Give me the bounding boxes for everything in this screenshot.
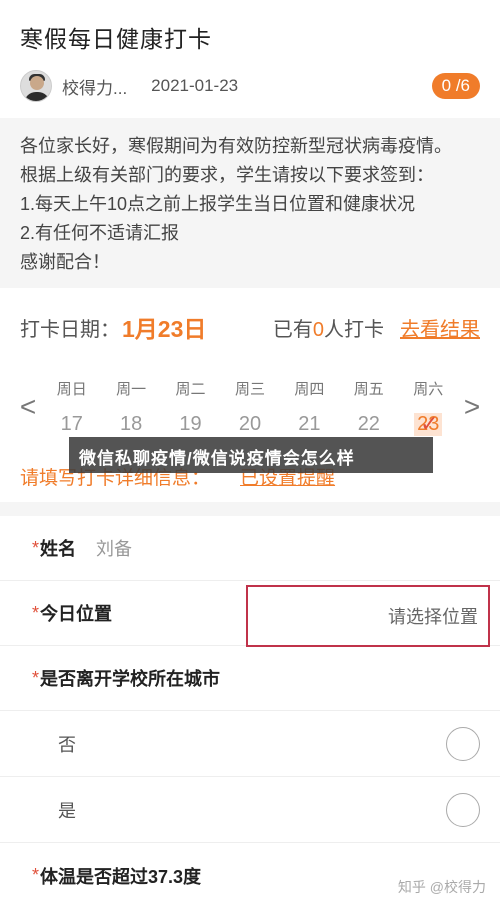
required-mark: * — [32, 602, 40, 623]
required-mark: * — [32, 667, 40, 688]
left-city-label: 是否离开学校所在城市 — [40, 669, 221, 689]
notice-text: 各位家长好，寒假期间为有效防控新型冠状病毒疫情。 根据上级有关部门的要求，学生请… — [0, 118, 500, 288]
calendar-day[interactable]: 周四 21 — [284, 378, 334, 436]
required-mark: * — [32, 537, 40, 558]
name-field[interactable]: * 姓名 刘备 — [0, 516, 500, 581]
checkin-count-number: 0 — [312, 318, 324, 341]
checkin-count: 已有0人打卡 — [272, 318, 384, 341]
view-results-link[interactable]: 去看结果 — [400, 313, 480, 342]
location-field: * 今日位置 请选择位置 — [0, 581, 500, 647]
option-no-label: 否 — [58, 734, 76, 755]
page-title: 寒假每日健康打卡 — [20, 26, 212, 52]
temperature-label: 体温是否超过37.3度 — [40, 866, 202, 887]
overlay-banner: 微信私聊疫情/微信说疫情会怎么样 — [69, 437, 433, 473]
calendar-day-selected[interactable]: 周六 23 — [403, 378, 453, 437]
watermark: 知乎 @校得力 — [397, 879, 486, 895]
location-label: 今日位置 — [40, 604, 113, 624]
notice-line: 各位家长好，寒假期间为有效防控新型冠状病毒疫情。 — [20, 136, 452, 156]
avatar[interactable] — [20, 70, 52, 102]
checkin-date-label: 打卡日期： — [20, 318, 120, 341]
calendar-day[interactable]: 周三 20 — [225, 378, 275, 436]
option-yes-label: 是 — [58, 800, 76, 821]
option-no[interactable]: 否 — [0, 711, 500, 777]
calendar-day[interactable]: 周二 19 — [166, 378, 216, 436]
post-meta: 校得力... 2021-01-23 0 /6 — [20, 70, 480, 102]
calendar-day[interactable]: 周日 17 — [47, 378, 97, 436]
post-date: 2021-01-23 — [151, 76, 239, 95]
calendar-day[interactable]: 周一 18 — [106, 378, 156, 436]
notice-line: 根据上级有关部门的要求，学生请按以下要求签到： — [20, 165, 434, 185]
location-selector[interactable]: 请选择位置 — [246, 585, 490, 647]
notice-line: 2.有任何不适请汇报 — [20, 223, 180, 243]
name-value: 刘备 — [96, 539, 133, 559]
notice-line: 1.每天上午10点之前上报学生当日位置和健康状况 — [20, 194, 416, 214]
progress-badge: 0 /6 — [431, 73, 480, 99]
author-name[interactable]: 校得力... — [62, 74, 127, 99]
temperature-question: * 体温是否超过37.3度 — [0, 843, 500, 908]
calendar-day[interactable]: 周五 22 — [344, 378, 394, 436]
checkin-date-row: 打卡日期： 1月23日 已有0人打卡 去看结果 — [0, 306, 500, 348]
required-mark: * — [32, 865, 40, 885]
name-label: 姓名 — [40, 539, 77, 559]
left-city-question: * 是否离开学校所在城市 — [0, 646, 500, 711]
chevron-left-icon[interactable]: < — [14, 391, 42, 423]
chevron-right-icon[interactable]: > — [458, 391, 486, 423]
notice-line: 感谢配合！ — [20, 252, 110, 272]
radio-yes[interactable] — [446, 792, 480, 827]
post-header: 寒假每日健康打卡 校得力... 2021-01-23 0 /6 — [0, 0, 500, 108]
radio-no[interactable] — [446, 726, 480, 761]
checkin-date: 1月23日 — [122, 316, 207, 342]
option-yes[interactable]: 是 — [0, 777, 500, 843]
